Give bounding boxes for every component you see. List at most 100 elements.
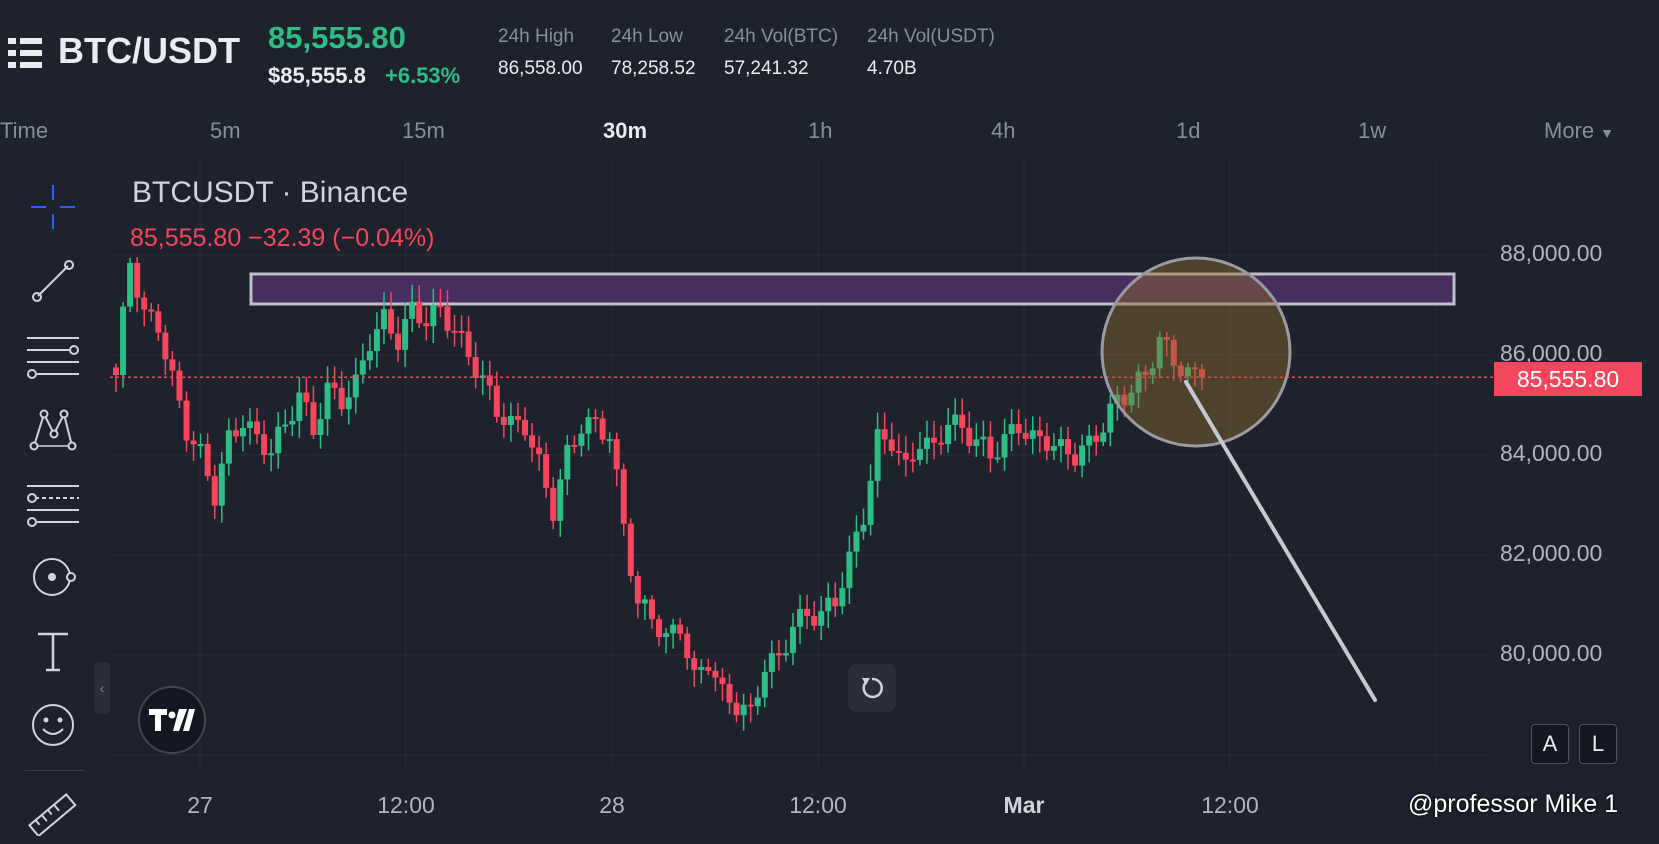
candle-body xyxy=(169,359,176,371)
price-axis-label: 84,000.00 xyxy=(1500,440,1603,466)
highlight-circle xyxy=(1100,256,1292,448)
candle-body xyxy=(959,414,966,428)
tradingview-logo[interactable] xyxy=(138,686,206,754)
candle-body xyxy=(500,417,507,425)
candle-body xyxy=(648,599,655,620)
candle-body xyxy=(218,463,225,506)
candle-body xyxy=(641,599,648,604)
candle-body xyxy=(246,421,253,429)
log-scale-button[interactable]: L xyxy=(1579,724,1617,764)
candle-body xyxy=(564,444,571,480)
candle-body xyxy=(268,453,275,456)
candle-body xyxy=(895,450,902,453)
candle-body xyxy=(860,524,867,532)
candle-body xyxy=(522,419,529,436)
candle-body xyxy=(430,305,437,327)
candle-body xyxy=(902,452,909,460)
candle-body xyxy=(232,430,239,437)
candle-body xyxy=(536,447,543,455)
candle-body xyxy=(324,382,331,420)
candle-body xyxy=(656,619,662,638)
candle-body xyxy=(684,633,691,659)
candle-body xyxy=(303,392,310,403)
candle-body xyxy=(423,323,430,327)
candle-body xyxy=(514,416,521,420)
candle-body xyxy=(141,297,148,310)
candle-body xyxy=(176,370,183,401)
price-axis-label: 82,000.00 xyxy=(1500,540,1603,566)
candle-body xyxy=(183,400,190,441)
candle-body xyxy=(705,667,712,671)
candle-body xyxy=(663,633,670,638)
candle-body xyxy=(1036,430,1043,437)
candle-body xyxy=(296,392,303,421)
candle-body xyxy=(719,677,726,685)
candle-body xyxy=(1050,446,1057,451)
candle-body xyxy=(909,459,916,462)
candle-body xyxy=(712,670,719,678)
candle-body xyxy=(768,653,775,672)
candle-body xyxy=(832,597,839,607)
candle-body xyxy=(282,424,289,427)
candle-body xyxy=(402,318,409,350)
candle-body xyxy=(613,439,620,470)
auto-scale-button[interactable]: A xyxy=(1531,724,1569,764)
candle-body xyxy=(373,329,380,351)
candle-body xyxy=(352,374,359,398)
candle-body xyxy=(691,658,698,670)
candle-body xyxy=(571,444,578,447)
candle-body xyxy=(761,671,768,698)
reset-chart-button[interactable] xyxy=(848,664,896,712)
candle-body xyxy=(127,262,134,307)
candle-body xyxy=(1057,439,1064,447)
candle-body xyxy=(366,350,373,361)
reset-icon xyxy=(862,677,883,699)
candle-body xyxy=(797,609,804,627)
candlestick-chart[interactable] xyxy=(0,0,1659,828)
candle-body xyxy=(529,435,536,448)
candle-body xyxy=(261,434,268,456)
candle-body xyxy=(578,433,585,446)
candle-body xyxy=(839,588,846,607)
candle-body xyxy=(733,702,740,716)
candle-body xyxy=(190,440,197,445)
candle-body xyxy=(874,429,881,481)
candle-body xyxy=(818,611,825,626)
candle-body xyxy=(740,704,747,716)
candle-body xyxy=(134,262,141,298)
time-axis-label: Mar xyxy=(1003,792,1045,818)
candle-body xyxy=(846,551,853,589)
candle-body xyxy=(1022,433,1029,439)
candle-body xyxy=(606,439,613,442)
candle-body xyxy=(994,457,1001,460)
candle-body xyxy=(211,476,218,506)
price-axis-label: 80,000.00 xyxy=(1500,640,1603,666)
candle-body xyxy=(444,306,451,331)
candle-body xyxy=(120,306,127,375)
candle-body xyxy=(747,704,754,707)
candle-body xyxy=(1029,430,1036,439)
projection-line xyxy=(1184,380,1377,702)
candle-body xyxy=(557,479,564,521)
candle-body xyxy=(239,428,246,437)
candle-body xyxy=(550,487,557,521)
candle-body xyxy=(585,417,592,434)
candle-body xyxy=(620,469,627,524)
candle-body xyxy=(451,330,458,333)
candles xyxy=(113,257,1205,731)
candle-body xyxy=(254,421,261,435)
candle-body xyxy=(599,418,606,440)
candle-body xyxy=(1107,403,1114,433)
time-axis-label: 12:00 xyxy=(1201,792,1259,818)
time-axis-label: 12:00 xyxy=(377,792,435,818)
time-axis-label: 12:00 xyxy=(789,792,847,818)
candle-body xyxy=(923,437,930,450)
candle-body xyxy=(395,333,402,350)
candle-body xyxy=(789,626,796,654)
candle-body xyxy=(1008,424,1015,435)
candle-body xyxy=(987,436,994,459)
candle-body xyxy=(197,444,204,447)
chart-symbol-title: BTCUSDT · Binance xyxy=(132,176,409,209)
candle-body xyxy=(966,427,973,446)
current-price-tag: 85,555.80 xyxy=(1494,362,1642,396)
